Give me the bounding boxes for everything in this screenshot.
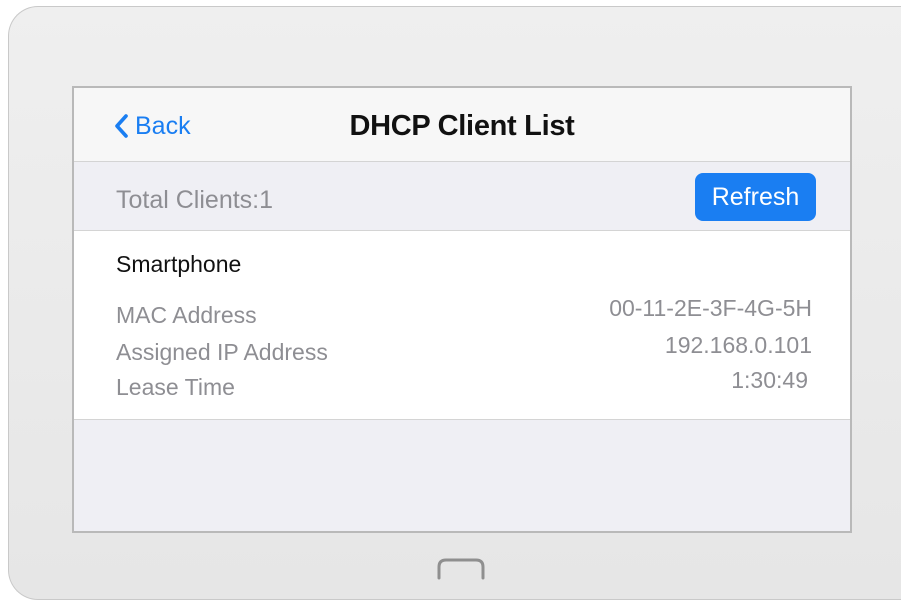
- home-button-icon: [437, 558, 485, 580]
- total-clients-label: Total Clients:1: [116, 186, 274, 214]
- assigned-ip-label: Assigned IP Address: [116, 339, 328, 365]
- mac-address-row: MAC Address 00-11-2E-3F-4G-5H: [116, 295, 812, 332]
- device-screen: Back DHCP Client List Total Clients:1 Re…: [72, 86, 852, 533]
- page-title: DHCP Client List: [349, 110, 575, 142]
- mac-address-label: MAC Address: [116, 302, 257, 328]
- assigned-ip-value: 192.168.0.101: [664, 332, 812, 358]
- assigned-ip-row: Assigned IP Address 192.168.0.101: [116, 332, 812, 369]
- lease-time-row: Lease Time 1:30:49: [116, 367, 812, 404]
- lease-time-value: 1:30:49: [731, 367, 808, 393]
- mac-address-value: 00-11-2E-3F-4G-5H: [609, 295, 812, 321]
- summary-bar: Total Clients:1 Refresh: [74, 162, 850, 231]
- lease-time-label: Lease Time: [116, 374, 235, 400]
- refresh-button[interactable]: Refresh: [695, 173, 816, 221]
- client-name: Smartphone: [116, 251, 242, 277]
- navigation-bar: Back DHCP Client List: [74, 88, 850, 162]
- client-list-item: Smartphone MAC Address 00-11-2E-3F-4G-5H…: [74, 231, 850, 420]
- home-button[interactable]: [436, 555, 486, 581]
